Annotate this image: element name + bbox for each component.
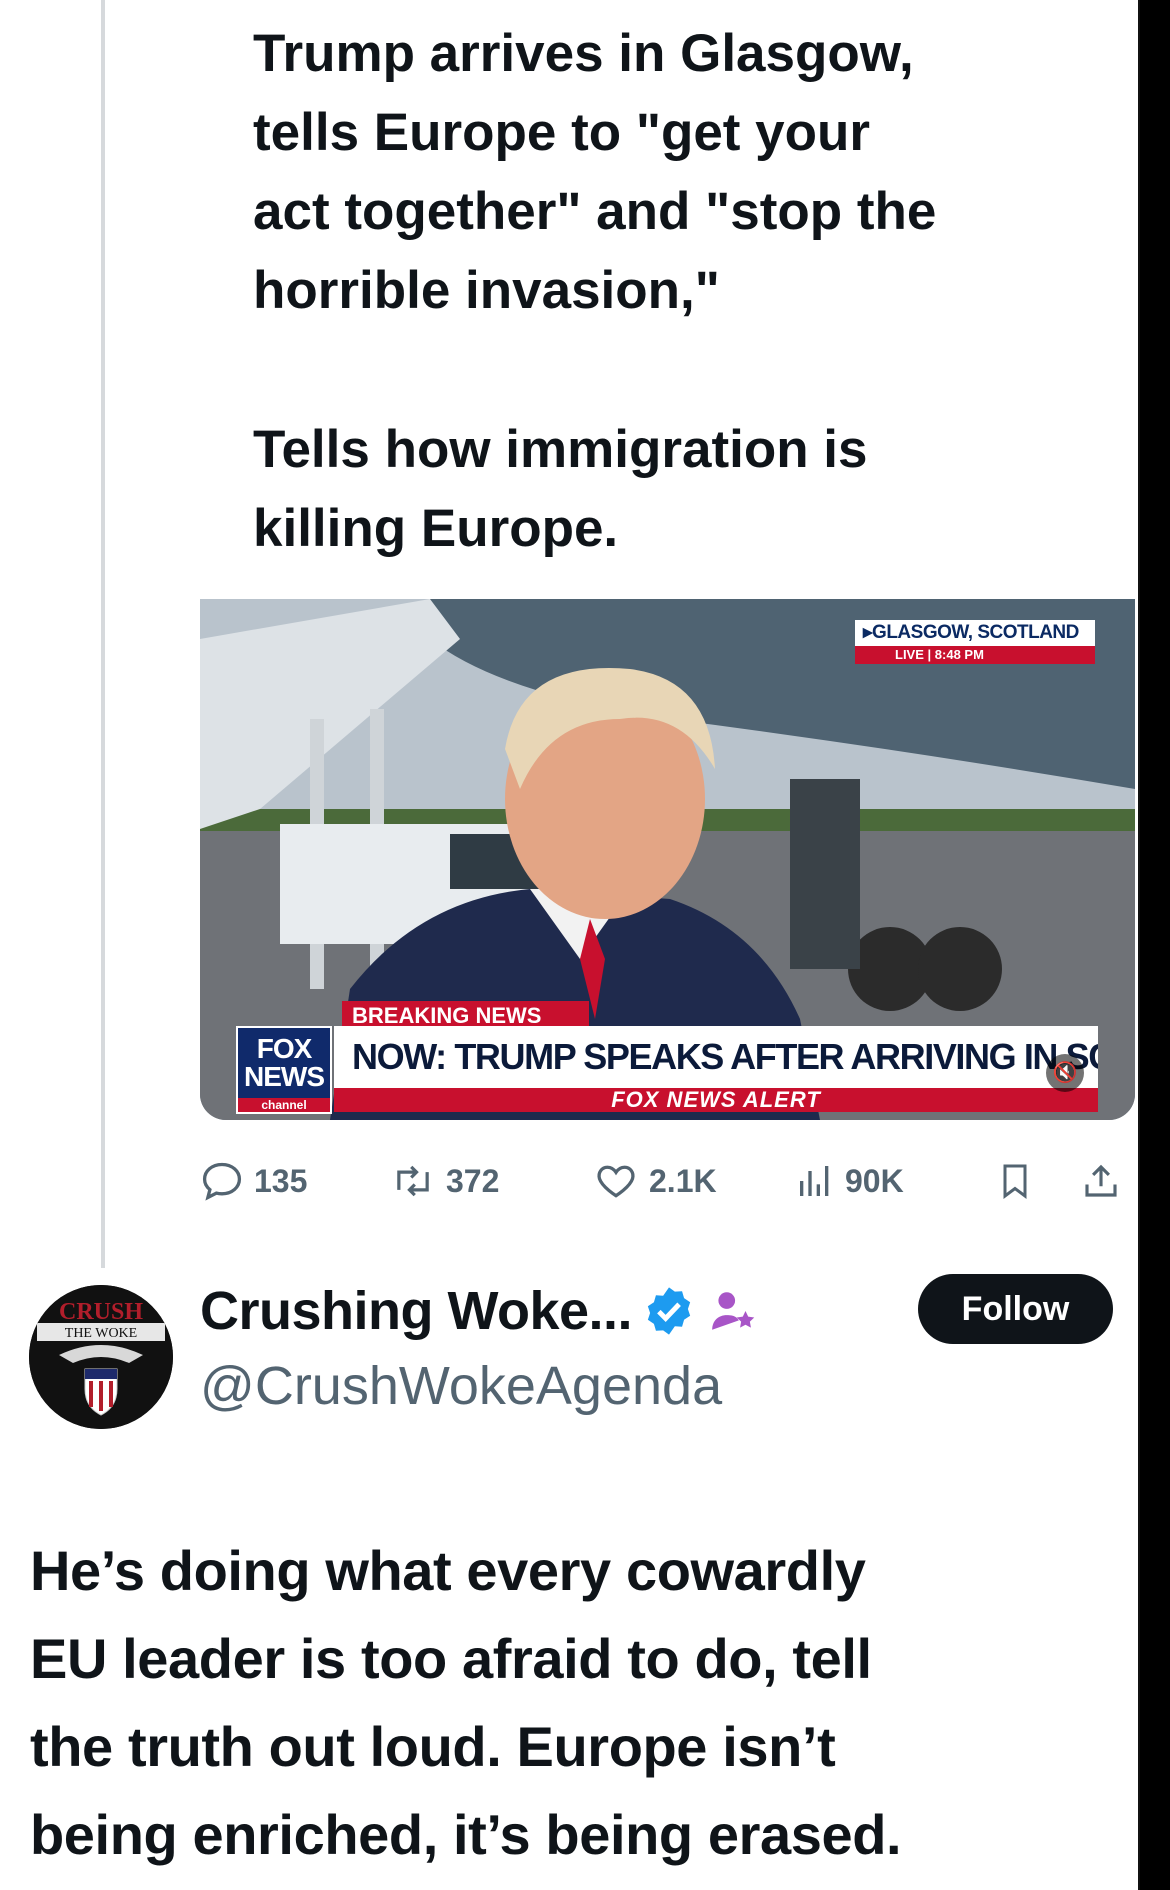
- avatar-text-top: CRUSH: [59, 1299, 143, 1325]
- views-count: 90K: [845, 1162, 904, 1199]
- bookmark-icon: [1003, 1164, 1027, 1199]
- location-label: GLASGOW, SCOTLAND: [872, 622, 1079, 643]
- action-bar: 135 372 2.1K 90K: [200, 1156, 1135, 1206]
- quoted-text-line: killing Europe.: [253, 499, 619, 558]
- reply-text-line: EU leader is too afraid to do, tell: [30, 1627, 872, 1690]
- like-button[interactable]: 2.1K: [593, 1156, 717, 1206]
- breaking-label-news: NEWS: [475, 1003, 542, 1028]
- live-label: LIVE: [895, 647, 924, 662]
- quoted-text-line: horrible invasion,": [253, 261, 720, 320]
- repost-button[interactable]: 372: [390, 1156, 499, 1206]
- quoted-text-line: tells Europe to "get your: [253, 103, 871, 162]
- fox-news-logo: FOX NEWS channel: [236, 1026, 332, 1114]
- reply-icon: [202, 1162, 242, 1201]
- reply-count: 135: [254, 1162, 308, 1199]
- reply-post-text: He’s doing what every cowardly EU leader…: [30, 1527, 1130, 1879]
- avatar[interactable]: CRUSH THE WOKE: [29, 1285, 173, 1429]
- reply-button[interactable]: 135: [200, 1156, 307, 1206]
- breaking-label: BREAKING: [352, 1003, 470, 1028]
- reply-text-line: being enriched, it’s being erased.: [30, 1803, 902, 1866]
- quoted-text-line: Tells how immigration is: [253, 420, 868, 479]
- avatar-logo: CRUSH THE WOKE: [29, 1285, 173, 1429]
- news-alert-bar: FOX NEWS ALERT: [334, 1088, 1098, 1112]
- news-ticker: NOW: TRUMP SPEAKS AFTER ARRIVING IN SCOT…: [334, 1026, 1098, 1088]
- share-icon: [1085, 1164, 1117, 1197]
- follow-button[interactable]: Follow: [918, 1274, 1113, 1344]
- verified-badge-icon: [647, 1287, 691, 1335]
- post-card: Trump arrives in Glasgow, tells Europe t…: [0, 0, 1138, 1890]
- user-handle[interactable]: @CrushWokeAgenda: [200, 1355, 722, 1417]
- thread-line: [101, 0, 105, 1268]
- time-label: 8:48 PM: [934, 647, 984, 662]
- bookmark-button[interactable]: [995, 1156, 1035, 1206]
- logo-line: NEWS: [244, 1061, 325, 1092]
- mute-icon[interactable]: 🔇: [1046, 1054, 1084, 1092]
- quoted-text-line: act together" and "stop the: [253, 182, 937, 241]
- author-row: Crushing Woke...: [200, 1278, 758, 1344]
- logo-line: channel: [238, 1098, 330, 1112]
- location-tag: ▸GLASGOW, SCOTLAND LIVE | 8:48 PM: [855, 620, 1095, 666]
- quoted-post-text: Trump arrives in Glasgow, tells Europe t…: [253, 14, 1113, 568]
- edge-divider: [1138, 0, 1140, 1890]
- views-icon: [800, 1166, 829, 1196]
- like-count: 2.1K: [649, 1162, 717, 1199]
- avatar-text-band: THE WOKE: [65, 1326, 137, 1341]
- repost-icon: [397, 1165, 429, 1197]
- video-thumbnail[interactable]: ▸GLASGOW, SCOTLAND LIVE | 8:48 PM BREAKI…: [200, 599, 1135, 1120]
- repost-count: 372: [446, 1162, 500, 1199]
- affiliate-user-icon: [712, 1292, 755, 1330]
- reply-text-line: the truth out loud. Europe isn’t: [30, 1715, 836, 1778]
- heart-icon: [597, 1165, 635, 1198]
- quoted-text-line: Trump arrives in Glasgow,: [253, 24, 914, 83]
- share-button[interactable]: [1080, 1156, 1122, 1206]
- reply-text-line: He’s doing what every cowardly: [30, 1539, 866, 1602]
- logo-line: FOX: [256, 1033, 313, 1064]
- display-name[interactable]: Crushing Woke...: [200, 1280, 633, 1342]
- views-button[interactable]: 90K: [795, 1156, 904, 1206]
